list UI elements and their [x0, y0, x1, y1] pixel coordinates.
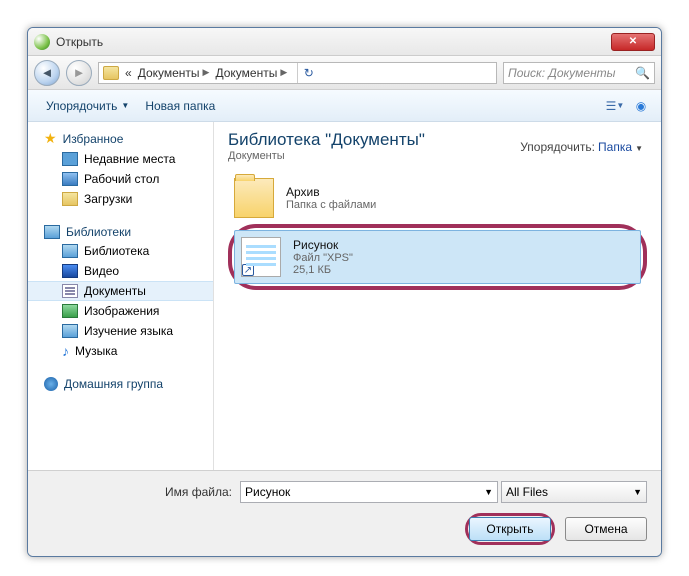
- search-input[interactable]: Поиск: Документы 🔍: [503, 62, 655, 84]
- open-button[interactable]: Открыть: [469, 517, 551, 541]
- downloads-icon: [62, 192, 78, 206]
- star-icon: ★: [44, 130, 57, 147]
- sidebar-item-recent[interactable]: Недавние места: [28, 149, 213, 169]
- cancel-button[interactable]: Отмена: [565, 517, 647, 541]
- item-size: 25,1 КБ: [293, 264, 353, 276]
- annotation-highlight: ↗ Рисунок Файл "XPS" 25,1 КБ: [228, 224, 647, 290]
- library-icon: [62, 244, 78, 258]
- sidebar-item-music[interactable]: ♪Музыка: [28, 341, 213, 361]
- xps-file-icon: ↗: [241, 237, 281, 277]
- shortcut-icon: ↗: [242, 264, 254, 276]
- desktop-icon: [62, 172, 78, 186]
- sidebar-favorites-group[interactable]: ★Избранное: [28, 128, 213, 149]
- video-icon: [62, 264, 78, 278]
- help-button[interactable]: ◉: [631, 97, 651, 115]
- folder-icon: [62, 324, 78, 338]
- libraries-icon: [44, 225, 60, 239]
- refresh-button[interactable]: ↻: [297, 62, 319, 84]
- app-icon: [34, 34, 50, 50]
- close-button[interactable]: ✕: [611, 33, 655, 51]
- images-icon: [62, 304, 78, 318]
- new-folder-button[interactable]: Новая папка: [137, 96, 223, 116]
- breadcrumb-item[interactable]: Документы ▶: [138, 66, 210, 80]
- breadcrumb-root[interactable]: «: [125, 66, 132, 80]
- address-bar[interactable]: « Документы ▶ Документы ▶ ↻: [98, 62, 497, 84]
- filename-input[interactable]: [240, 481, 498, 503]
- item-desc: Файл "XPS": [293, 252, 353, 264]
- open-file-dialog: Открыть ✕ ◄ ► « Документы ▶ Документы ▶ …: [27, 27, 662, 557]
- annotation-highlight: Открыть: [465, 513, 555, 545]
- toolbar: Упорядочить ▼ Новая папка ☰ ▼ ◉: [28, 90, 661, 122]
- item-desc: Папка с файлами: [286, 199, 376, 211]
- sidebar-item-language[interactable]: Изучение языка: [28, 321, 213, 341]
- organize-button[interactable]: Упорядочить ▼: [38, 96, 137, 116]
- window-title: Открыть: [56, 35, 611, 49]
- sidebar-item-video[interactable]: Видео: [28, 261, 213, 281]
- homegroup-icon: [44, 377, 58, 391]
- search-icon: 🔍: [635, 66, 650, 80]
- sidebar-item-downloads[interactable]: Загрузки: [28, 189, 213, 209]
- back-button[interactable]: ◄: [34, 60, 60, 86]
- nav-bar: ◄ ► « Документы ▶ Документы ▶ ↻ Поиск: Д…: [28, 56, 661, 90]
- dialog-footer: Имя файла: ▼ All Files▼ Открыть Отмена: [28, 470, 661, 557]
- list-item[interactable]: ↗ Рисунок Файл "XPS" 25,1 КБ: [234, 230, 641, 284]
- documents-icon: [62, 284, 78, 298]
- titlebar: Открыть ✕: [28, 28, 661, 56]
- sidebar-homegroup[interactable]: Домашняя группа: [28, 375, 213, 393]
- item-name: Архив: [286, 185, 376, 199]
- breadcrumb-item[interactable]: Документы ▶: [215, 66, 287, 80]
- filename-dropdown[interactable]: ▼: [484, 487, 493, 497]
- music-icon: ♪: [62, 343, 69, 359]
- forward-button[interactable]: ►: [66, 60, 92, 86]
- sidebar-item-images[interactable]: Изображения: [28, 301, 213, 321]
- content-area: ★Избранное Недавние места Рабочий стол З…: [28, 122, 661, 470]
- folder-icon: [234, 178, 274, 218]
- file-type-filter[interactable]: All Files▼: [501, 481, 647, 503]
- view-options-button[interactable]: ☰ ▼: [605, 97, 625, 115]
- list-item[interactable]: Архив Папка с файлами: [228, 172, 647, 224]
- sidebar-item-desktop[interactable]: Рабочий стол: [28, 169, 213, 189]
- search-placeholder: Поиск: Документы: [508, 66, 616, 80]
- filename-label: Имя файла:: [42, 485, 232, 499]
- sidebar-item-documents[interactable]: Документы: [28, 281, 213, 301]
- file-list-pane: Библиотека "Документы" Документы Упорядо…: [214, 122, 661, 470]
- sidebar: ★Избранное Недавние места Рабочий стол З…: [28, 122, 214, 470]
- item-name: Рисунок: [293, 238, 353, 252]
- sidebar-item-library[interactable]: Библиотека: [28, 241, 213, 261]
- library-icon: [103, 66, 119, 80]
- recent-icon: [62, 152, 78, 166]
- sort-by[interactable]: Упорядочить: Папка ▼: [520, 140, 643, 154]
- sidebar-libraries-group[interactable]: Библиотеки: [28, 223, 213, 241]
